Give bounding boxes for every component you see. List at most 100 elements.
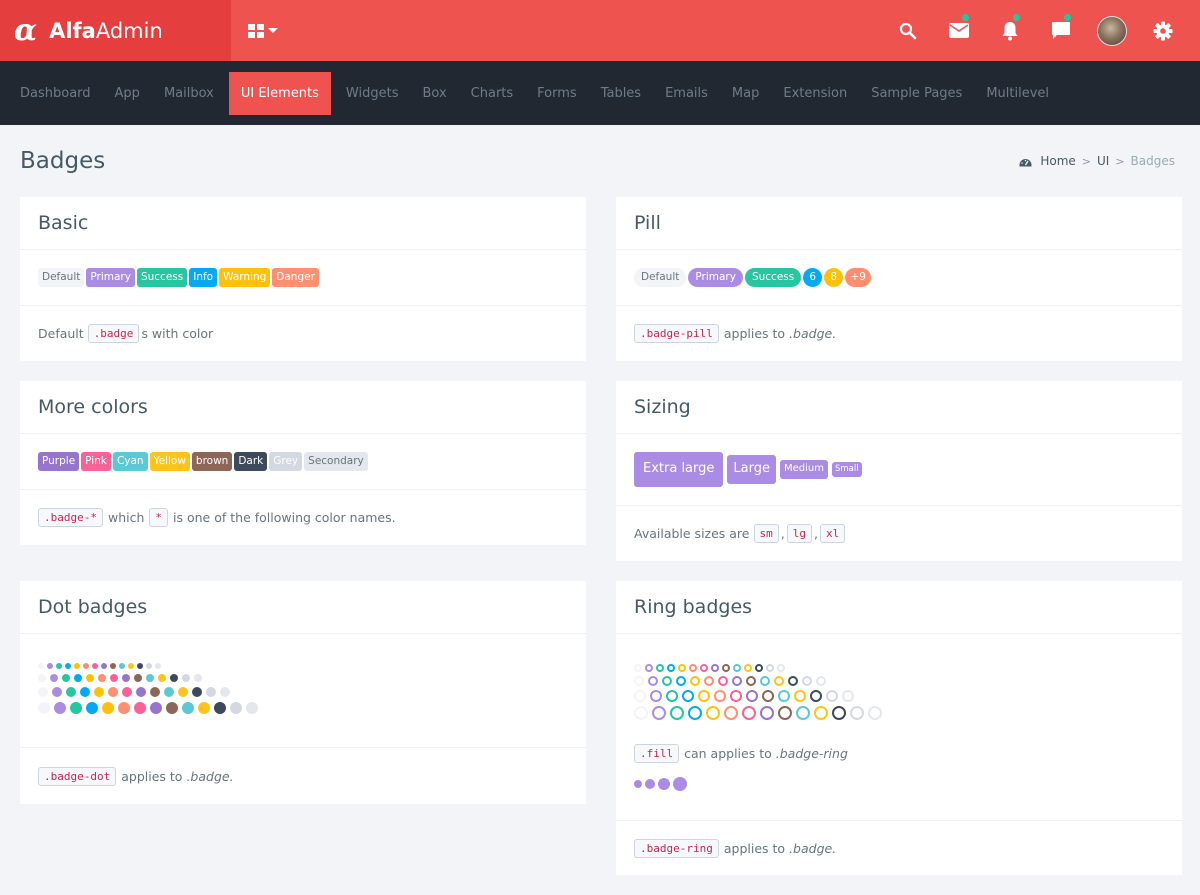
- chat-icon: [1051, 22, 1070, 39]
- dot-badge-success: [66, 686, 76, 697]
- dot-badge-grey: [146, 662, 152, 669]
- badge-grey: Grey: [269, 451, 303, 472]
- code-snippet: .badge-*: [38, 508, 103, 527]
- settings-button[interactable]: [1137, 0, 1188, 61]
- filled-ring-badge: [673, 776, 687, 791]
- ring-badge-info: [682, 689, 694, 702]
- ring-badge-warning: [698, 689, 710, 702]
- dot-row: [38, 686, 234, 697]
- badge-brown: brown: [191, 451, 233, 472]
- ring-badge-cyan: [760, 675, 770, 686]
- search-button[interactable]: [882, 0, 933, 61]
- ring-badge-pink: [742, 705, 756, 720]
- mail-notification-dot: [962, 14, 969, 21]
- nav-item-sample-pages[interactable]: Sample Pages: [859, 72, 974, 115]
- badge-success: Success: [136, 267, 188, 288]
- avatar: [1096, 15, 1127, 46]
- bell-notification-dot: [1013, 14, 1020, 21]
- dot-badge-warning: [102, 701, 114, 714]
- nav-item-ui-elements[interactable]: UI Elements: [228, 71, 331, 115]
- dot-badge-cyan: [146, 673, 154, 682]
- ring-row: [634, 675, 886, 686]
- ring-badge-info: [667, 663, 675, 672]
- dot-badge-pink: [92, 662, 98, 669]
- nav-item-box[interactable]: Box: [410, 72, 458, 115]
- badge-cyan: Cyan: [112, 451, 148, 472]
- card-title: Basic: [20, 197, 586, 250]
- ring-badge-grey: [802, 675, 812, 686]
- ring-badge-yellow: [814, 705, 828, 720]
- nav-item-forms[interactable]: Forms: [525, 72, 589, 115]
- nav-item-tables[interactable]: Tables: [589, 72, 653, 115]
- brand-logo[interactable]: α Alfa Admin: [0, 0, 231, 61]
- card-title: Dot badges: [20, 581, 586, 634]
- dot-badge-dark: [137, 662, 143, 669]
- ring-badge-danger: [724, 705, 738, 720]
- ring-badge-secondary: [777, 663, 785, 672]
- breadcrumb-ui[interactable]: UI: [1097, 154, 1109, 168]
- ring-badge-pink: [730, 689, 742, 702]
- ring-badge-success: [670, 705, 684, 720]
- pill-badge-primary: Primary: [688, 267, 743, 288]
- ring-badge-warning: [706, 705, 720, 720]
- dot-badge-cyan: [119, 662, 125, 669]
- dot-badge-warning: [94, 686, 104, 697]
- ring-badge-warning: [690, 675, 700, 686]
- dot-badge-purple: [136, 686, 146, 697]
- card-title: Sizing: [616, 381, 1182, 434]
- messages-button[interactable]: [1035, 0, 1086, 61]
- ring-badge-grey: [766, 663, 774, 672]
- card-title: Ring badges: [616, 581, 1182, 634]
- dot-badge-success: [56, 662, 62, 669]
- footer-text: which: [107, 510, 145, 525]
- dot-row: [38, 673, 206, 682]
- ring-row: [634, 705, 886, 720]
- nav-item-widgets[interactable]: Widgets: [334, 72, 411, 115]
- dot-badge-dark: [214, 701, 226, 714]
- nav-item-map[interactable]: Map: [720, 72, 771, 115]
- breadcrumb-separator: >: [1115, 154, 1125, 168]
- dot-badge-primary: [50, 673, 58, 682]
- ring-badge-primary: [648, 675, 658, 686]
- nav-item-extension[interactable]: Extension: [771, 72, 859, 115]
- dot-badge-default: [38, 673, 46, 682]
- mail-button[interactable]: [933, 0, 984, 61]
- dot-row: [38, 701, 262, 714]
- dot-badge-warning: [74, 662, 80, 669]
- nav-item-mailbox[interactable]: Mailbox: [152, 72, 226, 115]
- ring-badge-info: [676, 675, 686, 686]
- badge-primary: Primary: [86, 267, 135, 288]
- size-badge-lg: Large: [727, 455, 776, 484]
- breadcrumb-home[interactable]: Home: [1040, 154, 1075, 168]
- footer-text: is one of the following color names.: [173, 510, 396, 525]
- nav-item-charts[interactable]: Charts: [459, 72, 526, 115]
- dot-badge-info: [65, 662, 71, 669]
- dot-badge-pink: [122, 686, 132, 697]
- ring-badge-purple: [732, 675, 742, 686]
- footer-text: applies to: [723, 840, 786, 856]
- gear-icon: [1153, 21, 1172, 40]
- dot-badge-warning: [86, 673, 94, 682]
- chat-notification-dot: [1064, 14, 1071, 21]
- nav-item-dashboard[interactable]: Dashboard: [8, 72, 103, 115]
- ring-badge-pink: [700, 663, 708, 672]
- code-lg: lg: [786, 524, 812, 543]
- footer-emphasis: .badge.: [186, 768, 234, 784]
- ring-badge-brown: [762, 689, 774, 702]
- ring-badge-danger: [704, 675, 714, 686]
- user-menu-button[interactable]: [1086, 0, 1137, 61]
- text-emphasis: .badge-ring: [775, 745, 848, 761]
- comma: ,: [780, 526, 785, 541]
- dot-badge-info: [80, 686, 90, 697]
- breadcrumb-separator: >: [1081, 154, 1091, 168]
- nav-item-app[interactable]: App: [103, 72, 152, 115]
- nav-item-emails[interactable]: Emails: [653, 72, 720, 115]
- dot-badge-primary: [47, 662, 53, 669]
- dot-badge-secondary: [220, 686, 230, 697]
- apps-dropdown-button[interactable]: [248, 0, 278, 61]
- footer-emphasis: .badge.: [789, 326, 837, 341]
- ring-badge-default: [634, 663, 642, 672]
- nav-item-multilevel[interactable]: Multilevel: [974, 72, 1061, 115]
- top-bar: α Alfa Admin: [0, 0, 1200, 61]
- notifications-button[interactable]: [984, 0, 1035, 61]
